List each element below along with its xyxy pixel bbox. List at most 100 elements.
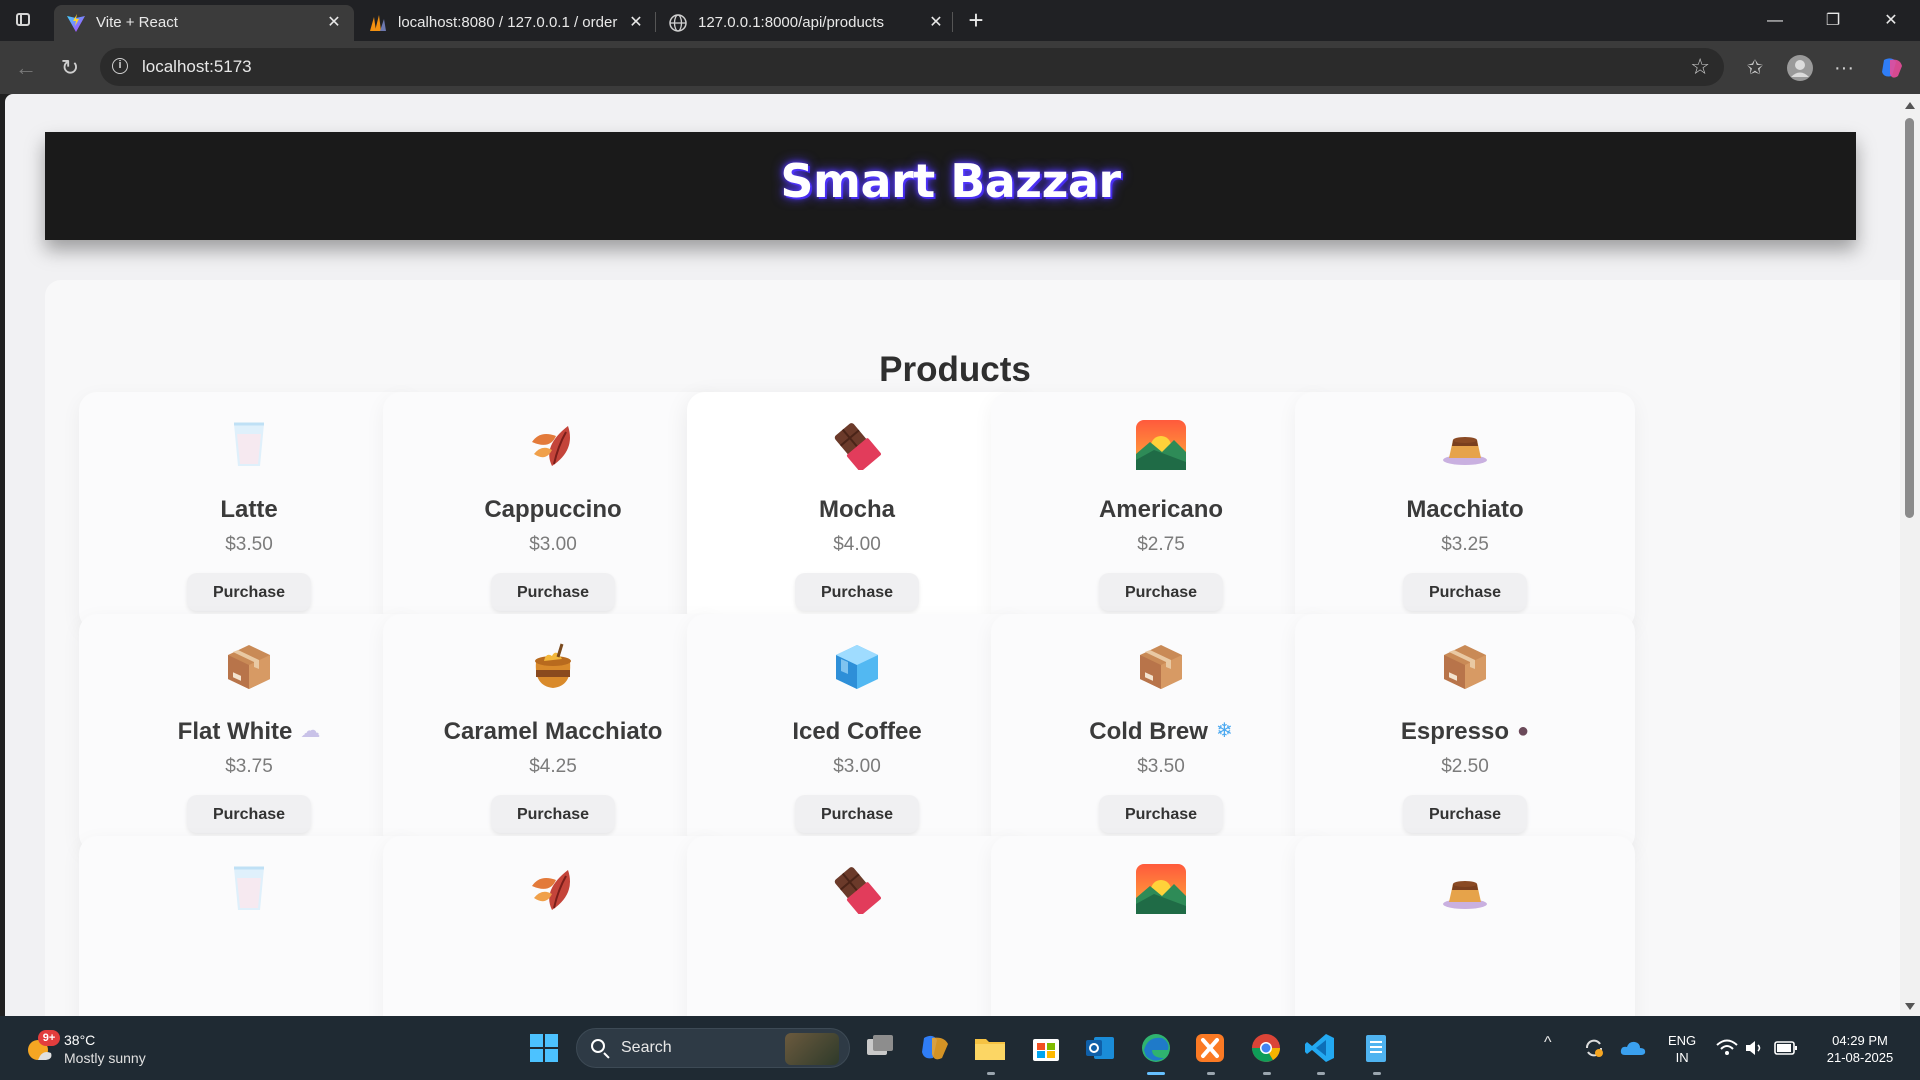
- copilot-app-icon[interactable]: [918, 1030, 954, 1066]
- tab-title: Vite + React: [96, 14, 178, 31]
- package-box-icon: [224, 642, 274, 692]
- product-price: $3.50: [225, 534, 273, 555]
- favorite-star-icon[interactable]: ☆: [1690, 54, 1710, 80]
- products-heading: Products: [879, 350, 1031, 389]
- reload-button[interactable]: ↻: [56, 54, 84, 82]
- scroll-down-arrow[interactable]: [1905, 1003, 1915, 1010]
- leaves-icon: [528, 420, 578, 470]
- product-name-text: Espresso: [1400, 718, 1509, 745]
- product-name: Macchiato: [1295, 496, 1635, 524]
- copilot-icon[interactable]: [1878, 54, 1906, 82]
- product-name: Cappuccino: [383, 496, 723, 524]
- close-tab-icon[interactable]: ✕: [624, 11, 648, 35]
- product-name: Cold Brew ❄: [991, 718, 1331, 746]
- system-clock[interactable]: 04:29 PM 21-08-2025: [1815, 1032, 1905, 1066]
- purchase-button[interactable]: Purchase: [491, 795, 615, 833]
- tab-phpmyadmin[interactable]: localhost:8080 / 127.0.0.1 / orderi ✕: [356, 5, 656, 41]
- close-tab-icon[interactable]: ✕: [924, 11, 948, 35]
- file-explorer-icon[interactable]: [972, 1030, 1008, 1066]
- page-scrollbar[interactable]: [1900, 94, 1920, 1016]
- task-view-icon[interactable]: [862, 1030, 898, 1066]
- restore-button[interactable]: ❐: [1810, 0, 1856, 41]
- volume-icon[interactable]: [1744, 1038, 1766, 1058]
- sunrise-mountains-icon: [1136, 864, 1186, 914]
- windows-taskbar: 9+ 38°C Mostly sunny Search ^ ENG IN 04:…: [0, 1016, 1920, 1080]
- package-box-icon: [1440, 642, 1490, 692]
- product-name: Flat White ☁: [79, 718, 419, 746]
- product-name-text: Flat White: [177, 718, 293, 745]
- more-options-icon[interactable]: ···: [1830, 54, 1858, 82]
- globe-icon: [669, 14, 687, 32]
- purchase-button[interactable]: Purchase: [491, 573, 615, 611]
- running-indicator: [1373, 1072, 1381, 1075]
- tab-separator: [952, 12, 953, 32]
- close-window-button[interactable]: ✕: [1868, 0, 1914, 41]
- purchase-button[interactable]: Purchase: [187, 573, 311, 611]
- outlook-icon[interactable]: [1082, 1030, 1118, 1066]
- battery-icon[interactable]: [1774, 1039, 1798, 1057]
- tab-vite-react[interactable]: Vite + React ✕: [54, 5, 354, 41]
- purchase-button[interactable]: Purchase: [1099, 795, 1223, 833]
- product-name-text: Cappuccino: [484, 496, 622, 523]
- tab-api-products[interactable]: 127.0.0.1:8000/api/products ✕: [656, 5, 956, 41]
- product-card: Iced Coffee $3.00 Purchase: [687, 614, 1027, 852]
- onedrive-cloud-icon[interactable]: [1620, 1038, 1646, 1058]
- product-card: Macchiato $3.25 Purchase: [1295, 392, 1635, 630]
- chocolate-bar-icon: [832, 864, 882, 916]
- tab-actions-icon[interactable]: [12, 9, 34, 31]
- product-name-text: Americano: [1098, 496, 1224, 523]
- notepad-icon[interactable]: [1358, 1030, 1394, 1066]
- close-tab-icon[interactable]: ✕: [322, 11, 346, 35]
- search-label: Search: [621, 1039, 672, 1056]
- product-price: $3.25: [1441, 534, 1489, 555]
- running-indicator-active: [1147, 1072, 1165, 1075]
- sync-icon[interactable]: [1582, 1036, 1606, 1060]
- phpmyadmin-icon: [370, 15, 386, 31]
- purchase-button[interactable]: Purchase: [1099, 573, 1223, 611]
- package-box-icon: [1136, 642, 1186, 692]
- purchase-button[interactable]: Purchase: [187, 795, 311, 833]
- address-field[interactable]: i localhost:5173 ☆: [100, 48, 1724, 86]
- product-name: Espresso ●: [1295, 718, 1635, 746]
- leaves-icon: [528, 864, 578, 914]
- weather-widget[interactable]: 9+ 38°C Mostly sunny: [24, 1030, 184, 1070]
- clock-time: 04:29 PM: [1832, 1033, 1888, 1048]
- tab-title: 127.0.0.1:8000/api/products: [698, 14, 884, 31]
- product-name: Latte: [79, 496, 419, 524]
- purchase-button[interactable]: Purchase: [795, 573, 919, 611]
- chrome-icon[interactable]: [1248, 1030, 1284, 1066]
- product-emoji-icon: ☁: [300, 720, 321, 742]
- product-card: [383, 836, 723, 1016]
- language-indicator[interactable]: ENG IN: [1668, 1032, 1696, 1066]
- microsoft-store-icon[interactable]: [1028, 1030, 1064, 1066]
- minimize-button[interactable]: —: [1752, 0, 1798, 41]
- vs-code-icon[interactable]: [1302, 1030, 1338, 1066]
- profile-avatar-icon[interactable]: [1786, 54, 1814, 82]
- scroll-thumb[interactable]: [1905, 118, 1914, 518]
- milk-glass-icon: [224, 864, 274, 914]
- purchase-button[interactable]: Purchase: [1403, 795, 1527, 833]
- xampp-icon[interactable]: [1192, 1030, 1228, 1066]
- search-icon: [591, 1039, 605, 1053]
- brand-title: Smart Bazzar: [780, 154, 1121, 208]
- wifi-icon[interactable]: [1716, 1038, 1738, 1058]
- purchase-button[interactable]: Purchase: [795, 795, 919, 833]
- new-tab-button[interactable]: +: [962, 7, 990, 35]
- url-text[interactable]: localhost:5173: [142, 57, 252, 77]
- header-banner: Smart Bazzar: [45, 132, 1856, 240]
- product-price: $2.50: [1441, 756, 1489, 777]
- product-price: $2.75: [1137, 534, 1185, 555]
- favorites-icon[interactable]: ✩: [1741, 54, 1769, 82]
- show-hidden-icons-chevron-icon[interactable]: ^: [1544, 1034, 1552, 1052]
- site-info-icon[interactable]: i: [112, 58, 128, 74]
- scroll-up-arrow[interactable]: [1905, 102, 1915, 109]
- edge-browser-icon[interactable]: [1138, 1030, 1174, 1066]
- product-card: Latte $3.50 Purchase: [79, 392, 419, 630]
- windows-start-icon[interactable]: [526, 1030, 562, 1066]
- purchase-button[interactable]: Purchase: [1403, 573, 1527, 611]
- region-code: IN: [1675, 1050, 1689, 1065]
- custard-pudding-icon: [1440, 864, 1490, 914]
- taskbar-search[interactable]: Search: [576, 1028, 850, 1068]
- product-emoji-icon: ❄: [1215, 720, 1233, 742]
- back-button[interactable]: ←: [12, 54, 40, 82]
